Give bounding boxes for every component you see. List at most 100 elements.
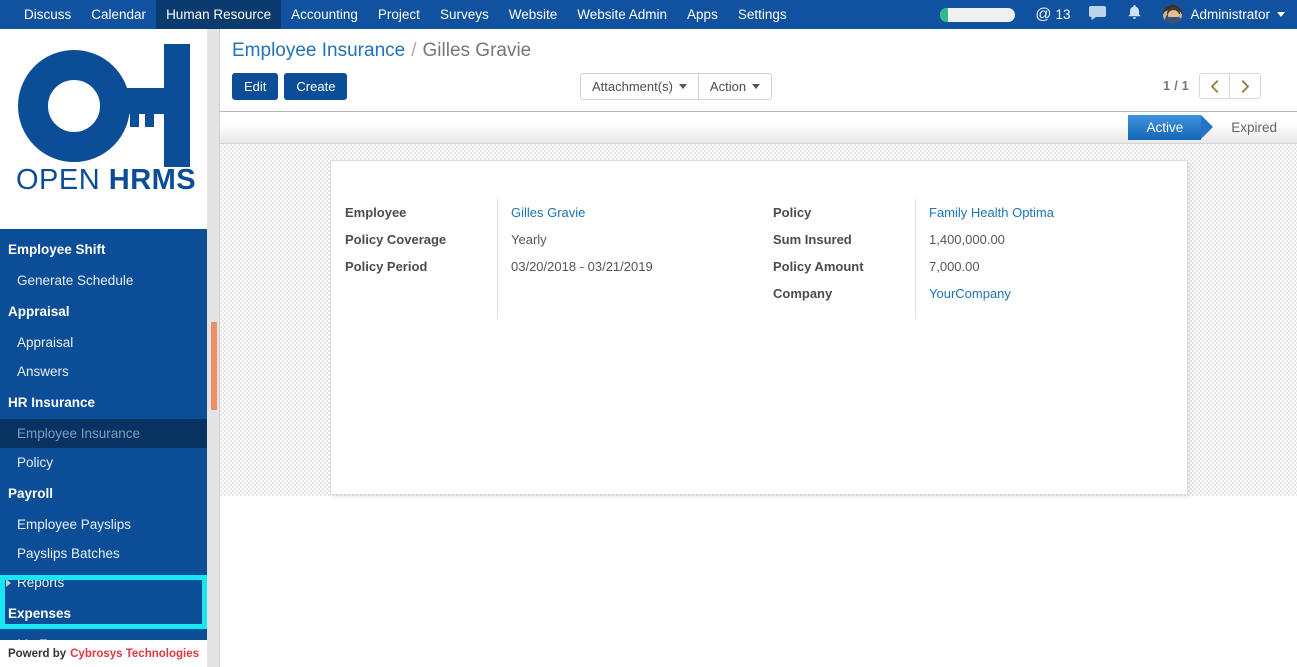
logo-text-open: OPEN xyxy=(16,164,101,196)
nav-label: Project xyxy=(377,7,420,22)
sidebar-item-generate-schedule[interactable]: Generate Schedule xyxy=(0,266,207,295)
nav-item-human-resource[interactable]: Human Resource xyxy=(156,0,282,29)
main-content: Employee Insurance / Gilles Gravie Edit … xyxy=(220,29,1297,667)
form-background: Employee Policy Coverage Policy Period G… xyxy=(220,144,1297,496)
value-policy[interactable]: Family Health Optima xyxy=(929,199,1181,226)
user-name-label: Administrator xyxy=(1190,7,1270,22)
form-labels-right: Policy Sum Insured Policy Amount Company xyxy=(763,199,915,319)
value-sum-insured: 1,400,000.00 xyxy=(929,232,1005,247)
status-badge-expired[interactable]: Expired xyxy=(1213,115,1291,140)
attachments-dropdown-button[interactable]: Attachment(s) xyxy=(580,73,699,100)
breadcrumb-separator: / xyxy=(411,40,417,61)
user-menu[interactable]: Administrator xyxy=(1162,4,1285,25)
nav-label: Calendar xyxy=(91,7,147,22)
chat-bubble-icon[interactable] xyxy=(1088,5,1107,25)
sidebar-item-label: Policy xyxy=(17,455,54,470)
pager-buttons xyxy=(1199,73,1261,99)
form-column-right: Policy Sum Insured Policy Amount Company… xyxy=(763,199,1181,319)
form-grid: Employee Policy Coverage Policy Period G… xyxy=(331,199,1187,319)
nav-item-accounting[interactable]: Accounting xyxy=(281,0,368,29)
record-action-button-group: Attachment(s) Action xyxy=(580,73,773,100)
label-company: Company xyxy=(773,286,833,301)
nav-item-discuss[interactable]: Discuss xyxy=(14,0,81,29)
sidebar-item-label: Generate Schedule xyxy=(17,273,134,288)
control-panel: Employee Insurance / Gilles Gravie Edit … xyxy=(220,29,1297,111)
chevron-down-icon xyxy=(1277,12,1285,17)
form-values-left: Gilles Gravie Yearly 03/20/2018 - 03/21/… xyxy=(497,199,763,319)
nav-label: Apps xyxy=(687,7,718,22)
nav-item-apps[interactable]: Apps xyxy=(677,0,728,29)
logo-wordmark: OPEN HRMS xyxy=(16,164,196,197)
sidebar-item-employee-insurance[interactable]: Employee Insurance xyxy=(0,419,207,448)
status-label: Expired xyxy=(1231,120,1277,135)
pager-next-button[interactable] xyxy=(1230,73,1261,99)
sidebar-item-payslips-batches[interactable]: Payslips Batches xyxy=(0,539,207,568)
sidebar-item-appraisal[interactable]: Appraisal xyxy=(0,328,207,357)
caret-right-icon xyxy=(6,578,11,587)
top-navbar: Discuss Calendar Human Resource Accounti… xyxy=(0,0,1297,29)
breadcrumb: Employee Insurance / Gilles Gravie xyxy=(232,38,1285,64)
sidebar-item-employee-payslips[interactable]: Employee Payslips xyxy=(0,510,207,539)
status-badge-active[interactable]: Active xyxy=(1128,115,1213,140)
label-policy: Policy xyxy=(773,205,812,220)
control-panel-buttons-row: Edit Create Attachment(s) Action 1 / 1 xyxy=(232,73,1285,100)
nav-label: Settings xyxy=(737,7,787,22)
nav-item-website[interactable]: Website xyxy=(499,0,568,29)
breadcrumb-root-link[interactable]: Employee Insurance xyxy=(232,38,405,64)
value-policy-period: 03/20/2018 - 03/21/2019 xyxy=(511,259,653,274)
nav-label: Website xyxy=(508,7,558,22)
sidebar-scrollbar-thumb[interactable] xyxy=(211,322,217,410)
nav-label: Human Resource xyxy=(166,7,272,22)
nav-item-calendar[interactable]: Calendar xyxy=(81,0,156,29)
sidebar-item-label: Employee Insurance xyxy=(17,426,141,441)
nav-label: Discuss xyxy=(24,7,72,22)
footer-credit: Powerd by Cybrosys Technologies xyxy=(0,640,207,667)
nav-item-project[interactable]: Project xyxy=(368,0,430,29)
pager-previous-button[interactable] xyxy=(1199,73,1230,99)
edit-button[interactable]: Edit xyxy=(232,73,279,100)
form-values-right: Family Health Optima 1,400,000.00 7,000.… xyxy=(915,199,1181,319)
chevron-down-icon xyxy=(678,84,687,89)
logo-text-hrms: HRMS xyxy=(108,164,197,196)
label-policy-amount: Policy Amount xyxy=(773,259,864,274)
action-label: Action xyxy=(709,79,747,94)
label-policy-period: Policy Period xyxy=(345,259,428,274)
brand-logo: OPEN HRMS xyxy=(0,29,207,229)
open-hrms-key-icon xyxy=(18,44,190,167)
status-bar: Active Expired xyxy=(220,111,1297,144)
sidebar-item-policy[interactable]: Policy xyxy=(0,448,207,477)
status-label: Active xyxy=(1146,120,1184,135)
value-employee[interactable]: Gilles Gravie xyxy=(511,199,763,226)
label-sum-insured: Sum Insured xyxy=(773,232,852,247)
value-policy-coverage: Yearly xyxy=(511,232,547,247)
breadcrumb-current: Gilles Gravie xyxy=(422,40,532,61)
bell-icon[interactable] xyxy=(1127,4,1142,25)
mentions-indicator[interactable]: @ 13 xyxy=(1035,6,1070,24)
nav-item-surveys[interactable]: Surveys xyxy=(430,0,499,29)
sidebar-item-reports[interactable]: Reports xyxy=(0,568,207,597)
nav-item-website-admin[interactable]: Website Admin xyxy=(567,0,677,29)
record-pager: 1 / 1 xyxy=(1163,73,1261,99)
main-menu: Discuss Calendar Human Resource Accounti… xyxy=(0,0,797,29)
form-labels-left: Employee Policy Coverage Policy Period xyxy=(345,199,497,319)
sidebar-section-payroll: Payroll xyxy=(8,486,54,501)
footer-credit-brand: Cybrosys Technologies xyxy=(70,647,200,660)
sidebar-item-answers[interactable]: Answers xyxy=(0,357,207,386)
nav-label: Website Admin xyxy=(577,7,668,22)
nav-label: Accounting xyxy=(291,7,358,22)
action-dropdown-button[interactable]: Action xyxy=(698,73,773,100)
sidebar: OPEN HRMS Employee Shift Generate Schedu… xyxy=(0,29,207,667)
sidebar-section-expenses: Expenses xyxy=(8,606,72,621)
sidebar-item-label: Employee Payslips xyxy=(17,517,132,532)
sidebar-scrollbar[interactable] xyxy=(207,29,220,667)
label-policy-coverage: Policy Coverage xyxy=(345,232,447,247)
create-button[interactable]: Create xyxy=(284,73,348,100)
sidebar-item-label: Reports xyxy=(17,575,65,590)
sidebar-section-appraisal: Appraisal xyxy=(8,304,70,319)
value-company[interactable]: YourCompany xyxy=(929,280,1181,307)
form-column-left: Employee Policy Coverage Policy Period G… xyxy=(345,199,763,319)
sidebar-item-label: Answers xyxy=(17,364,69,379)
at-mention-icon: @ xyxy=(1035,5,1052,23)
nav-item-settings[interactable]: Settings xyxy=(728,0,797,29)
progress-bar xyxy=(940,7,1016,22)
